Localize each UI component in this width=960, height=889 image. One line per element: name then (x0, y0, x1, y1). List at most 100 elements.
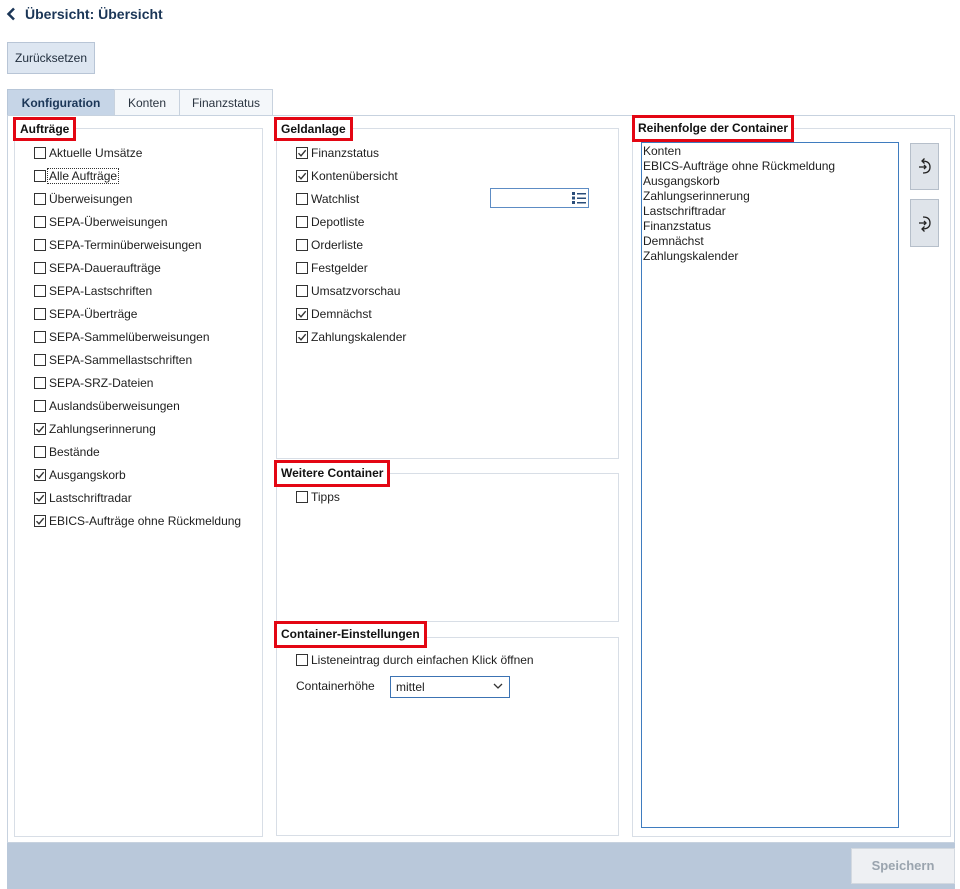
listbox-item[interactable]: Lastschriftradar (642, 204, 898, 219)
checkbox-row-sepa-terminueberweisungen[interactable]: SEPA-Terminüberweisungen (34, 233, 243, 256)
checkbox-unchecked[interactable] (34, 215, 46, 228)
footer-bar (7, 843, 955, 889)
checkbox-row-umsatzvorschau[interactable]: Umsatzvorschau (296, 279, 408, 302)
checkbox-unchecked[interactable] (34, 238, 46, 251)
checkbox-unchecked[interactable] (34, 261, 46, 274)
container-order-listbox[interactable]: Konten EBICS-Aufträge ohne Rückmeldung Aus… (641, 142, 899, 828)
move-down-button[interactable] (910, 199, 939, 247)
checkmark-icon (297, 310, 307, 318)
checkbox-unchecked[interactable] (34, 399, 46, 412)
checkbox-row-festgelder[interactable]: Festgelder (296, 256, 408, 279)
checkbox-row-sepa-srz-dateien[interactable]: SEPA-SRZ-Dateien (34, 371, 243, 394)
checkbox-unchecked[interactable] (296, 653, 308, 666)
listbox-item[interactable]: Demnächst (642, 234, 898, 249)
checkbox-row-alle-auftraege[interactable]: Alle Aufträge (34, 164, 243, 187)
checkbox-label: Überweisungen (49, 191, 133, 206)
checkbox-row-watchlist[interactable]: Watchlist (296, 187, 408, 210)
listbox-item[interactable]: EBICS-Aufträge ohne Rückmeldung (642, 159, 898, 174)
checkbox-unchecked[interactable] (296, 284, 308, 297)
listbox-item[interactable]: Zahlungskalender (642, 249, 898, 264)
container-height-value: mittel (396, 680, 425, 694)
checkbox-checked[interactable] (34, 422, 46, 435)
checkbox-unchecked[interactable] (34, 353, 46, 366)
checkbox-list-auftraege: Aktuelle Umsätze Alle Aufträge Überweisung… (34, 141, 243, 532)
checkbox-label: Auslandsüberweisungen (49, 398, 180, 413)
checkbox-checked[interactable] (296, 146, 308, 159)
checkbox-label: SEPA-Sammellastschriften (49, 352, 193, 367)
checkbox-row-sepa-sammelueberweisungen[interactable]: SEPA-Sammelüberweisungen (34, 325, 243, 348)
checkbox-row-zahlungserinnerung[interactable]: Zahlungserinnerung (34, 417, 243, 440)
checkbox-row-sepa-dauerauftraege[interactable]: SEPA-Daueraufträge (34, 256, 243, 279)
checkbox-unchecked[interactable] (296, 490, 308, 503)
listbox-item[interactable]: Konten (642, 144, 898, 159)
listbox-item[interactable]: Finanzstatus (642, 219, 898, 234)
checkbox-unchecked[interactable] (34, 330, 46, 343)
checkbox-label: Kontenübersicht (311, 168, 398, 183)
checkbox-checked[interactable] (296, 307, 308, 320)
checkbox-label: Orderliste (311, 237, 364, 252)
save-button[interactable]: Speichern (851, 848, 955, 884)
checkbox-checked[interactable] (34, 514, 46, 527)
move-up-button[interactable] (910, 143, 939, 190)
checkbox-row-aktuelle-umsaetze[interactable]: Aktuelle Umsätze (34, 141, 243, 164)
checkbox-checked[interactable] (296, 330, 308, 343)
checkbox-row-sepa-sammellastschriften[interactable]: SEPA-Sammellastschriften (34, 348, 243, 371)
checkmark-icon (297, 172, 307, 180)
checkbox-checked[interactable] (296, 169, 308, 182)
tab-konfiguration[interactable]: Konfiguration (7, 89, 115, 116)
checkbox-unchecked[interactable] (34, 169, 46, 182)
checkbox-unchecked[interactable] (34, 284, 46, 297)
checkbox-row-lastschriftradar[interactable]: Lastschriftradar (34, 486, 243, 509)
group-title-reihenfolge: Reihenfolge der Container (632, 115, 795, 142)
checkbox-row-sepa-lastschriften[interactable]: SEPA-Lastschriften (34, 279, 243, 302)
checkbox-row-depotliste[interactable]: Depotliste (296, 210, 408, 233)
list-icon[interactable] (571, 190, 587, 206)
checkbox-unchecked[interactable] (296, 215, 308, 228)
checkbox-label: Lastschriftradar (49, 490, 132, 505)
checkbox-row-orderliste[interactable]: Orderliste (296, 233, 408, 256)
reset-button[interactable]: Zurücksetzen (7, 42, 95, 74)
checkbox-row-sepa-ueberweisungen[interactable]: SEPA-Überweisungen (34, 210, 243, 233)
checkmark-icon (297, 333, 307, 341)
checkmark-icon (35, 494, 45, 502)
checkbox-row-sepa-uebertraege[interactable]: SEPA-Überträge (34, 302, 243, 325)
checkbox-checked[interactable] (34, 491, 46, 504)
checkbox-row-zahlungskalender[interactable]: Zahlungskalender (296, 325, 408, 348)
checkbox-unchecked[interactable] (34, 307, 46, 320)
container-height-select[interactable]: mittel (390, 676, 510, 698)
checkbox-label: Watchlist (311, 191, 360, 206)
checkbox-row-listeneintrag-durch-einfachen-klick-oeffnen[interactable]: Listeneintrag durch einfachen Klick öffn… (296, 648, 536, 671)
tab-finanzstatus[interactable]: Finanzstatus (179, 89, 273, 116)
checkbox-label: Festgelder (311, 260, 368, 275)
checkbox-row-finanzstatus[interactable]: Finanzstatus (296, 141, 408, 164)
checkbox-row-demnaechst[interactable]: Demnächst (296, 302, 408, 325)
checkbox-label: Aktuelle Umsätze (49, 145, 143, 160)
checkbox-checked[interactable] (34, 468, 46, 481)
checkbox-unchecked[interactable] (34, 445, 46, 458)
checkbox-label: SEPA-Überweisungen (49, 214, 168, 229)
tab-konten[interactable]: Konten (114, 89, 180, 116)
checkbox-row-ausgangskorb[interactable]: Ausgangskorb (34, 463, 243, 486)
checkbox-unchecked[interactable] (296, 261, 308, 274)
checkbox-row-ebics-auftraege-ohne-rueckmeldung[interactable]: EBICS-Aufträge ohne Rückmeldung (34, 509, 243, 532)
checkbox-unchecked[interactable] (296, 192, 308, 205)
chevron-left-icon[interactable] (6, 7, 16, 21)
checkbox-unchecked[interactable] (34, 192, 46, 205)
checkbox-row-ueberweisungen[interactable]: Überweisungen (34, 187, 243, 210)
checkbox-label: SEPA-SRZ-Dateien (49, 375, 154, 390)
checkbox-row-tipps[interactable]: Tipps (296, 485, 342, 508)
checkbox-row-kontenuebersicht[interactable]: Kontenübersicht (296, 164, 408, 187)
checkbox-unchecked[interactable] (34, 376, 46, 389)
checkbox-unchecked[interactable] (34, 146, 46, 159)
watchlist-select[interactable] (490, 188, 589, 208)
checkbox-unchecked[interactable] (296, 238, 308, 251)
group-title-weitere-container: Weitere Container (274, 460, 391, 487)
listbox-item[interactable]: Zahlungserinnerung (642, 189, 898, 204)
move-up-icon (919, 158, 931, 174)
checkbox-row-auslandsueberweisungen[interactable]: Auslandsüberweisungen (34, 394, 243, 417)
listbox-item[interactable]: Ausgangskorb (642, 174, 898, 189)
checkbox-label: Depotliste (311, 214, 365, 229)
checkbox-label: SEPA-Lastschriften (49, 283, 153, 298)
checkbox-row-bestaende[interactable]: Bestände (34, 440, 243, 463)
group-title-auftraege: Aufträge (13, 117, 77, 141)
